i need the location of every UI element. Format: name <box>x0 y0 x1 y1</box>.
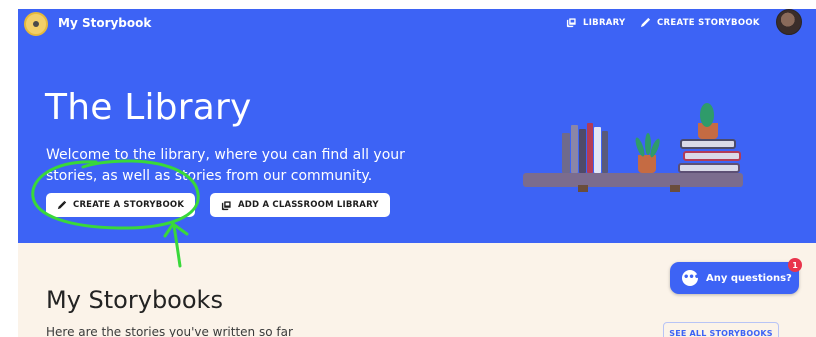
chat-label: Any questions? <box>706 272 792 284</box>
book <box>571 125 578 173</box>
library-icon <box>221 199 232 210</box>
page: My Storybook LIBRARY CREATE STORYBOOK Th… <box>0 0 816 337</box>
pencil-icon <box>640 17 651 28</box>
section-subtitle: Here are the stories you've written so f… <box>46 325 293 337</box>
create-storybook-label: CREATE A STORYBOOK <box>73 200 185 210</box>
see-all-storybooks-button[interactable]: SEE ALL STORYBOOKS <box>663 322 779 337</box>
pencil-icon <box>57 200 67 210</box>
plant-pot <box>638 155 656 173</box>
leaf <box>700 103 714 127</box>
book <box>562 133 570 173</box>
book <box>579 129 586 173</box>
nav-library-link[interactable]: LIBRARY <box>566 17 626 28</box>
chat-bubble-icon <box>682 270 699 286</box>
page-title: The Library <box>45 87 252 128</box>
avatar[interactable] <box>776 9 802 35</box>
library-icon <box>566 17 577 28</box>
section-title: My Storybooks <box>46 286 223 314</box>
stacked-book <box>683 151 741 161</box>
book <box>587 123 593 173</box>
nav-library-label: LIBRARY <box>583 17 626 28</box>
shelf-bracket <box>670 185 680 192</box>
nav-create-label: CREATE STORYBOOK <box>657 17 760 28</box>
top-navbar: My Storybook LIBRARY CREATE STORYBOOK <box>18 9 816 45</box>
hero-subtitle: Welcome to the library, where you can fi… <box>46 147 405 184</box>
book <box>594 127 601 173</box>
shelf <box>523 173 743 187</box>
shelf-bracket <box>578 185 588 192</box>
book <box>602 131 608 173</box>
storybook-logo-icon[interactable] <box>24 12 48 36</box>
nav-create-storybook-link[interactable]: CREATE STORYBOOK <box>640 17 760 28</box>
stacked-book <box>678 163 740 173</box>
notification-badge: 1 <box>788 258 802 272</box>
create-storybook-button[interactable]: CREATE A STORYBOOK <box>46 193 196 217</box>
chat-button[interactable]: Any questions? <box>670 262 799 294</box>
brand-name[interactable]: My Storybook <box>58 16 151 30</box>
library-hero: The Library Welcome to the library, wher… <box>18 45 816 243</box>
stacked-book <box>680 139 736 149</box>
book-row <box>562 123 612 173</box>
add-classroom-library-label: ADD A CLASSROOM LIBRARY <box>238 200 379 210</box>
add-classroom-library-button[interactable]: ADD A CLASSROOM LIBRARY <box>210 193 390 217</box>
